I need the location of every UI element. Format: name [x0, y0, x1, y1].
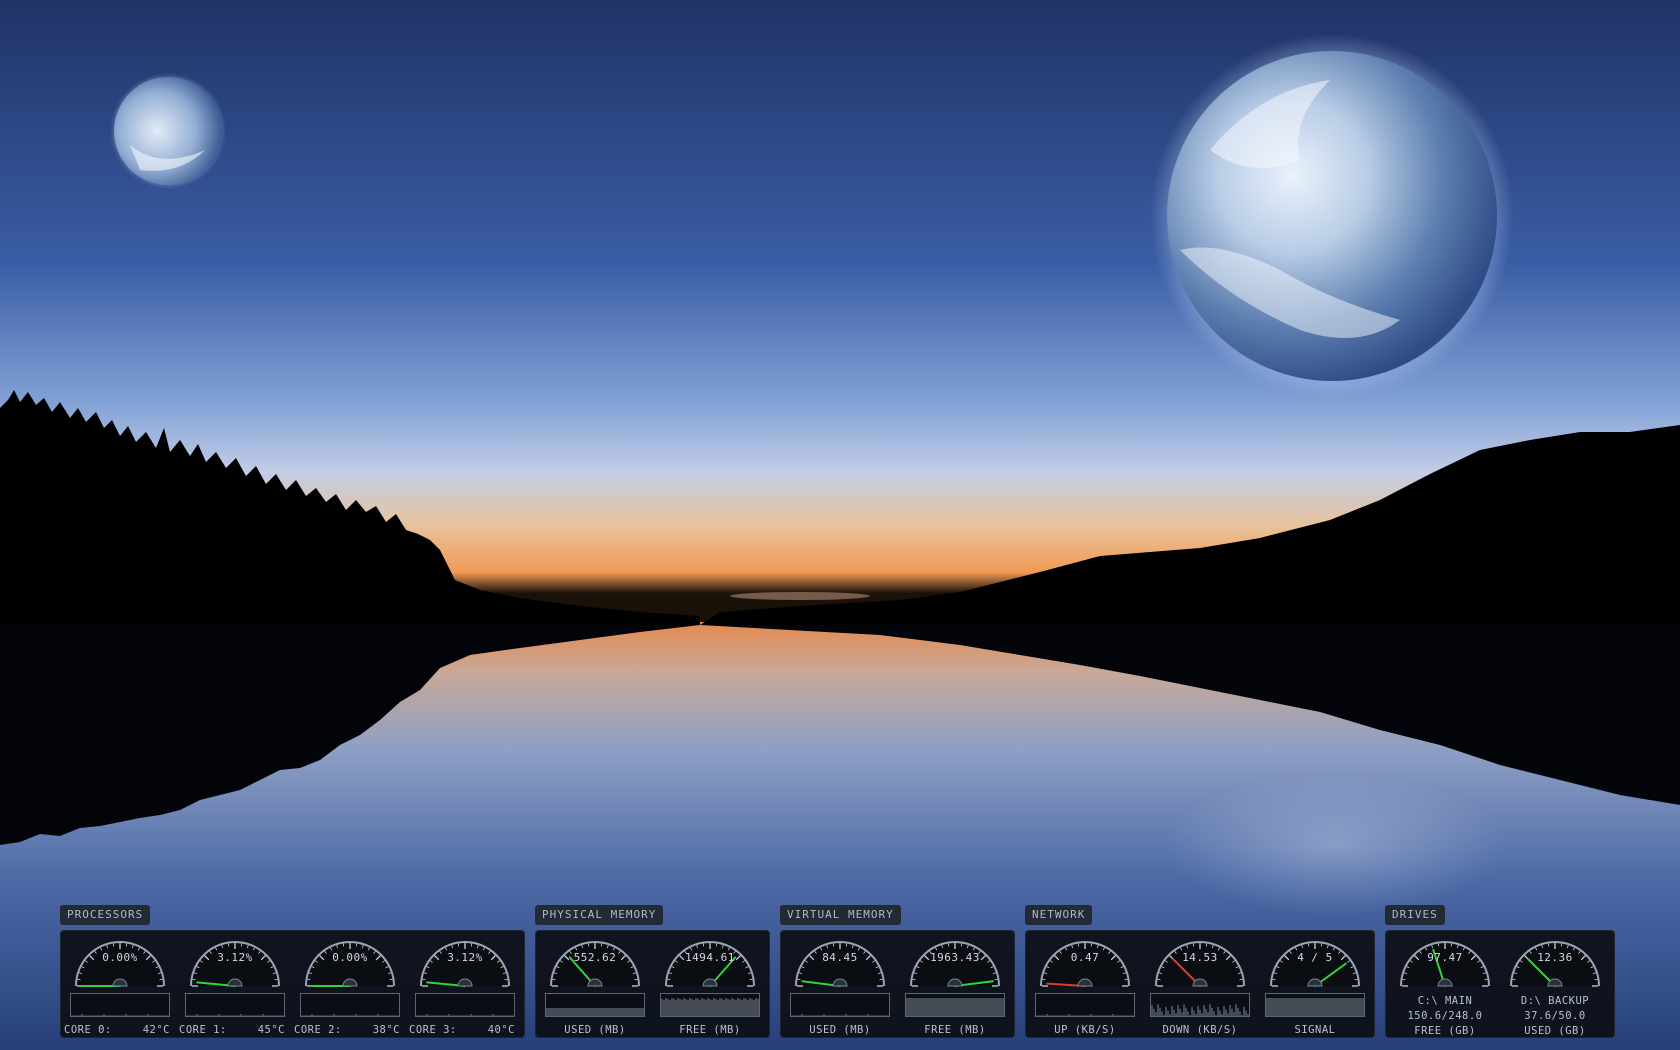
core-3-usage: 3.12%: [447, 951, 483, 964]
core-2-temp: 38°C: [372, 1024, 400, 1036]
virtual-memory-panel: 84.45 USED (MB) 1963.43 FREE (MB): [780, 930, 1015, 1038]
network-title: NETWORK: [1025, 905, 1093, 925]
physical-used-value: 552.62: [573, 951, 617, 964]
virtual-memory-title: VIRTUAL MEMORY: [780, 905, 901, 925]
drives-title: DRIVES: [1385, 905, 1445, 925]
core-1-label: CORE 1: 45°C: [179, 1024, 285, 1036]
physical-free-label: FREE (MB): [679, 1024, 741, 1036]
core-2-label: CORE 2: 38°C: [294, 1024, 400, 1036]
core-3-label: CORE 3: 40°C: [409, 1024, 515, 1036]
drives-panel: 97.47 C:\ MAIN 150.6/248.0 FREE (GB) 12.…: [1385, 930, 1615, 1038]
network-down-value: 14.53: [1182, 951, 1218, 964]
core-3-temp: 40°C: [487, 1024, 515, 1036]
drive-d-meter: 12.36 D:\ BACKUP 37.6/50.0 USED (GB): [1505, 938, 1605, 1038]
core-2-history-graph: [300, 993, 400, 1017]
core-2-usage: 0.00%: [332, 951, 368, 964]
physical-memory-title: PHYSICAL MEMORY: [535, 905, 664, 925]
network-down-meter: 14.53 DOWN (KB/S): [1150, 938, 1250, 1038]
desktop-wallpaper: [0, 0, 1680, 1050]
core-0-label: CORE 0: 42°C: [64, 1024, 170, 1036]
virtual-free-value: 1963.43: [930, 951, 980, 964]
core-3-meter: 3.12% CORE 3: 40°C: [409, 938, 515, 1038]
virtual-free-label: FREE (MB): [924, 1024, 986, 1036]
core-1-temp: 45°C: [257, 1024, 285, 1036]
network-signal-label: SIGNAL: [1294, 1024, 1336, 1036]
network-panel: 0.47 UP (KB/S) 14.53 DOWN (KB/S) 4 / 5 S…: [1025, 930, 1375, 1038]
physical-free-value: 1494.61: [685, 951, 735, 964]
physical-used-meter: 552.62 USED (MB): [545, 938, 645, 1038]
drive-d-name: D:\ BACKUP: [1520, 995, 1590, 1007]
drive-d-value: 12.36: [1537, 951, 1573, 964]
virtual-used-value: 84.45: [822, 951, 858, 964]
core-1-history-graph: [185, 993, 285, 1017]
processors-title: PROCESSORS: [60, 905, 151, 925]
core-2-meter: 0.00% CORE 2: 38°C: [294, 938, 400, 1038]
drive-c-meter: 97.47 C:\ MAIN 150.6/248.0 FREE (GB): [1395, 938, 1495, 1038]
network-signal-history-graph: [1265, 993, 1365, 1017]
virtual-free-history-graph: [905, 993, 1005, 1017]
drive-d-size: 37.6/50.0: [1524, 1010, 1586, 1022]
virtual-used-label: USED (MB): [809, 1024, 871, 1036]
core-3-history-graph: [415, 993, 515, 1017]
drive-c-label: FREE (GB): [1414, 1025, 1476, 1037]
network-down-history-graph: [1150, 993, 1250, 1017]
core-0-history-graph: [70, 993, 170, 1017]
physical-free-history-graph: [660, 993, 760, 1017]
physical-used-label: USED (MB): [564, 1024, 626, 1036]
network-signal-value: 4 / 5: [1297, 951, 1333, 964]
physical-free-meter: 1494.61 FREE (MB): [660, 938, 760, 1038]
network-up-label: UP (KB/S): [1054, 1024, 1116, 1036]
virtual-free-meter: 1963.43 FREE (MB): [905, 938, 1005, 1038]
drive-d-label: USED (GB): [1524, 1025, 1586, 1037]
virtual-used-meter: 84.45 USED (MB): [790, 938, 890, 1038]
virtual-used-history-graph: [790, 993, 890, 1017]
processors-panel: 0.00% CORE 0: 42°C 3.12% CORE 1: 45°C 0.00…: [60, 930, 525, 1038]
core-0-usage: 0.00%: [102, 951, 138, 964]
network-up-history-graph: [1035, 993, 1135, 1017]
core-0-temp: 42°C: [142, 1024, 170, 1036]
physical-memory-panel: 552.62 USED (MB) 1494.61 FREE (MB): [535, 930, 770, 1038]
drive-c-size: 150.6/248.0: [1407, 1010, 1483, 1022]
network-down-label: DOWN (KB/S): [1162, 1024, 1238, 1036]
drive-c-name: C:\ MAIN: [1417, 995, 1473, 1007]
network-signal-meter: 4 / 5 SIGNAL: [1265, 938, 1365, 1038]
network-up-value: 0.47: [1070, 951, 1100, 964]
core-1-meter: 3.12% CORE 1: 45°C: [179, 938, 285, 1038]
physical-used-history-graph: [545, 993, 645, 1017]
core-1-usage: 3.12%: [217, 951, 253, 964]
core-0-meter: 0.00% CORE 0: 42°C: [64, 938, 170, 1038]
drive-c-value: 97.47: [1427, 951, 1463, 964]
network-up-meter: 0.47 UP (KB/S): [1035, 938, 1135, 1038]
